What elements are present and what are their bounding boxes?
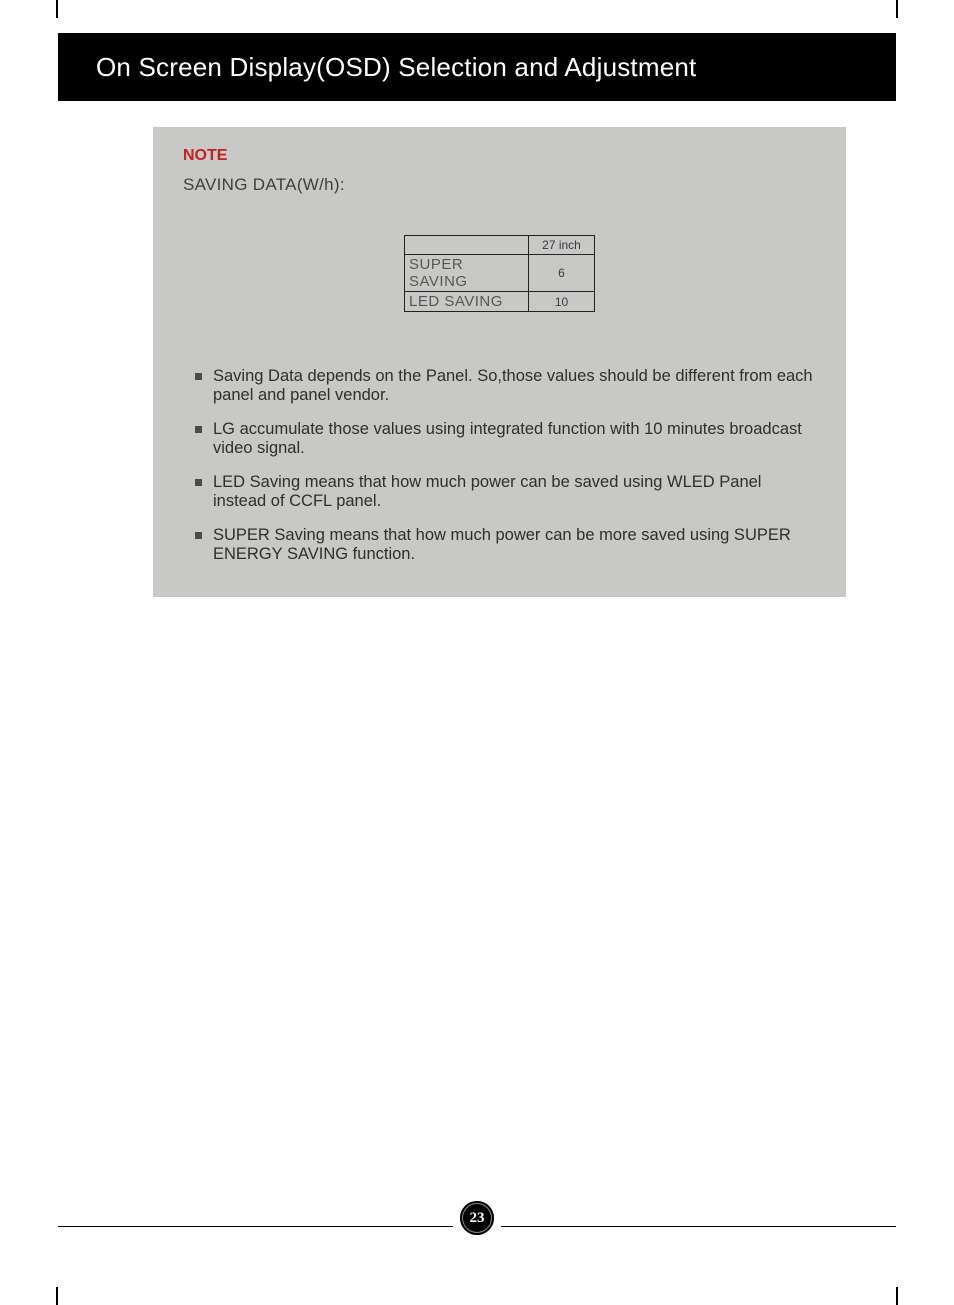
- table-cell-value: 6: [529, 255, 595, 292]
- table-cell-label: SUPER SAVING: [405, 255, 529, 292]
- crop-mark: [56, 1287, 58, 1305]
- saving-data-table: 27 inch SUPER SAVING 6 LED SAVING 10: [404, 235, 595, 312]
- table-cell-value: 10: [529, 292, 595, 312]
- list-item: LG accumulate those values using integra…: [195, 420, 816, 459]
- list-item: SUPER Saving means that how much power c…: [195, 526, 816, 565]
- note-label: NOTE: [183, 147, 816, 165]
- page-number: 23: [470, 1210, 485, 1227]
- header-band: On Screen Display(OSD) Selection and Adj…: [58, 33, 896, 101]
- table-row: LED SAVING 10: [405, 292, 595, 312]
- crop-mark: [896, 1287, 898, 1305]
- note-box: NOTE SAVING DATA(W/h): 27 inch SUPER SAV…: [153, 127, 846, 597]
- footer-rule: [501, 1226, 896, 1228]
- footer-rule: [58, 1226, 453, 1228]
- list-item: Saving Data depends on the Panel. So,tho…: [195, 367, 816, 406]
- table-row: SUPER SAVING 6: [405, 255, 595, 292]
- note-subtitle: SAVING DATA(W/h):: [183, 175, 816, 195]
- table-header-cell: 27 inch: [529, 236, 595, 255]
- crop-mark: [56, 0, 58, 18]
- page-number-badge: 23: [460, 1201, 494, 1235]
- table-cell-empty: [405, 236, 529, 255]
- table-row: 27 inch: [405, 236, 595, 255]
- page-title: On Screen Display(OSD) Selection and Adj…: [96, 52, 696, 83]
- crop-mark: [896, 0, 898, 18]
- table-cell-label: LED SAVING: [405, 292, 529, 312]
- list-item: LED Saving means that how much power can…: [195, 473, 816, 512]
- note-bullet-list: Saving Data depends on the Panel. So,tho…: [183, 367, 816, 565]
